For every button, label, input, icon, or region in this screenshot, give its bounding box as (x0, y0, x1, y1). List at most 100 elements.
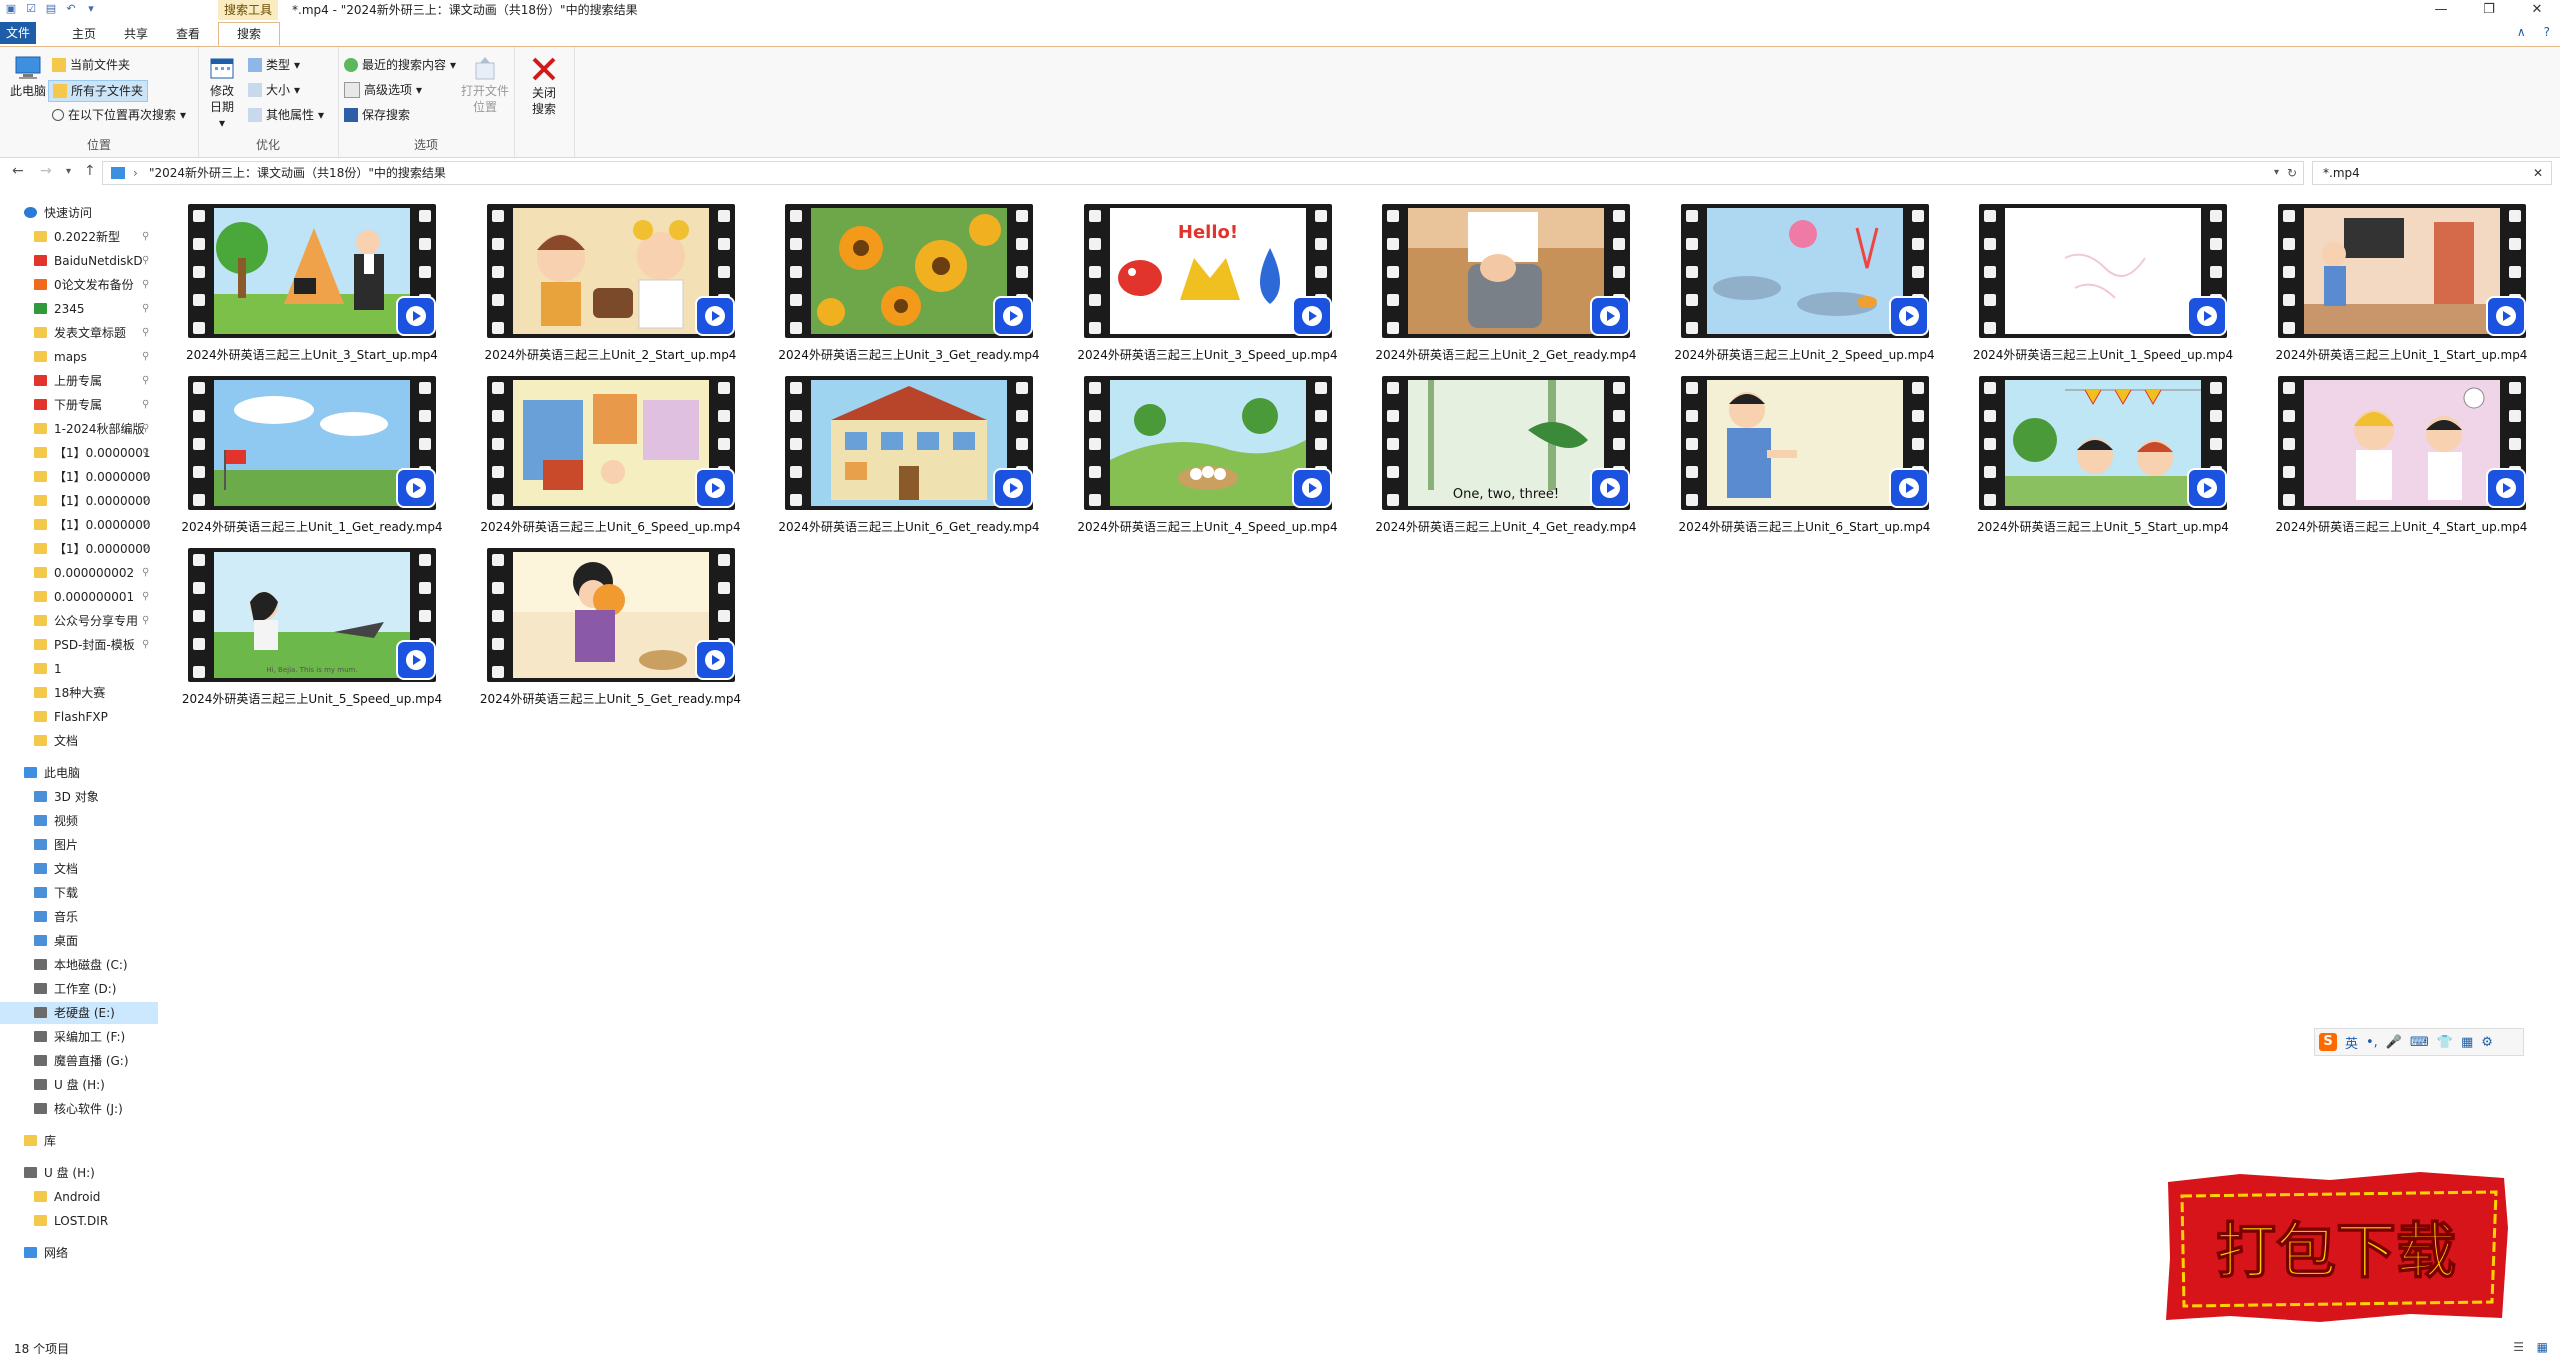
nav-quick-item[interactable]: 0.2022新型 ⚲ (0, 226, 158, 248)
properties-icon[interactable]: ☑ (24, 2, 38, 16)
all-subfolders-button[interactable]: 所有子文件夹 (48, 80, 149, 102)
kind-button[interactable]: 类型 ▾ (248, 55, 300, 75)
nav-quick-item[interactable]: FlashFXP (0, 706, 158, 728)
pin-icon[interactable]: ⚲ (142, 274, 149, 296)
video-file-item[interactable]: 2024外研英语三起三上Unit_1_Speed_up.mp4 (1973, 198, 2245, 370)
video-file-item[interactable]: One, two, three! 2024外研英语三起三上Unit_4_Get_r… (1375, 370, 1648, 542)
pin-icon[interactable]: ⚲ (142, 442, 149, 464)
customize-qat-icon[interactable]: ▾ (84, 2, 98, 16)
close-search-button[interactable]: 关闭搜索 (522, 55, 566, 117)
nav-pc-item[interactable]: 文档 (0, 858, 158, 880)
app-icon[interactable]: ▣ (4, 2, 18, 16)
pin-icon[interactable]: ⚲ (142, 610, 149, 632)
pin-icon[interactable]: ⚲ (142, 250, 149, 272)
collapse-ribbon-icon[interactable]: ∧ (2517, 25, 2526, 39)
video-file-item[interactable]: 2024外研英语三起三上Unit_1_Start_up.mp4 (2274, 198, 2544, 370)
nav-quick-item[interactable]: 1-2024秋部编版 ⚲ (0, 418, 158, 440)
forward-icon[interactable]: → (40, 163, 52, 179)
tab-home[interactable]: 主页 (62, 23, 106, 45)
video-file-item[interactable]: Hello! 2024外研英语三起三上Unit_3_Speed_up.mp4 (1077, 198, 1350, 370)
nav-quick-item[interactable]: 【1】0.0000000 ⚲ (0, 466, 158, 488)
current-folder-button[interactable]: 当前文件夹 (52, 55, 130, 75)
pin-icon[interactable]: ⚲ (142, 538, 149, 560)
nav-usb[interactable]: U 盘 (H:) (0, 1162, 158, 1184)
pin-icon[interactable]: ⚲ (142, 394, 149, 416)
pin-icon[interactable]: ⚲ (142, 370, 149, 392)
ime-language[interactable]: 英 (2345, 1033, 2358, 1052)
nav-quick-item[interactable]: PSD-封面-模板 ⚲ (0, 634, 158, 656)
nav-pc-item[interactable]: 采编加工 (F:) (0, 1026, 158, 1048)
save-search-button[interactable]: 保存搜索 (344, 105, 410, 125)
nav-network[interactable]: 网络 (0, 1242, 158, 1264)
pin-icon[interactable]: ⚲ (142, 586, 149, 608)
pin-icon[interactable]: ⚲ (142, 634, 149, 656)
pin-icon[interactable]: ⚲ (142, 298, 149, 320)
address-dropdown-icon[interactable]: ▾ (2274, 162, 2279, 184)
date-modified-button[interactable]: 修改日期▾ (204, 55, 240, 131)
nav-quick-item[interactable]: 【1】0.0000000 ⚲ (0, 538, 158, 560)
video-file-item[interactable]: 2024外研英语三起三上Unit_6_Speed_up.mp4 (480, 370, 753, 542)
advanced-options-button[interactable]: 高级选项 ▾ (344, 80, 422, 100)
nav-library[interactable]: 库 (0, 1130, 158, 1152)
pin-icon[interactable]: ⚲ (142, 466, 149, 488)
details-view-icon[interactable]: ☰ (2513, 1340, 2524, 1354)
recent-searches-button[interactable]: 最近的搜索内容 ▾ (344, 55, 456, 75)
large-icons-view-icon[interactable]: ▦ (2537, 1340, 2548, 1354)
nav-quick-item[interactable]: BaiduNetdiskD ⚲ (0, 250, 158, 272)
nav-pc-item[interactable]: 核心软件 (J:) (0, 1098, 158, 1120)
nav-quick-access[interactable]: 快速访问 (0, 202, 158, 224)
nav-pc-item[interactable]: 图片 (0, 834, 158, 856)
nav-quick-item[interactable]: 0.000000002 ⚲ (0, 562, 158, 584)
video-file-item[interactable]: 2024外研英语三起三上Unit_1_Get_ready.mp4 (181, 370, 454, 542)
this-pc-button[interactable]: 此电脑 (8, 55, 48, 99)
nav-quick-item[interactable]: 1 (0, 658, 158, 680)
tab-file[interactable]: 文件 (0, 22, 36, 44)
minimize-button[interactable]: — (2418, 0, 2464, 20)
refresh-icon[interactable]: ↻ (2287, 162, 2297, 184)
video-file-item[interactable]: Hi, Bejia. This is my mum. 2024外研英语三起三上Un… (182, 542, 454, 714)
pin-icon[interactable]: ⚲ (142, 514, 149, 536)
microphone-icon[interactable]: 🎤 (2386, 1035, 2402, 1050)
pin-icon[interactable]: ⚲ (142, 322, 149, 344)
pin-icon[interactable]: ⚲ (142, 490, 149, 512)
pin-icon[interactable]: ⚲ (142, 418, 149, 440)
video-file-item[interactable]: 2024外研英语三起三上Unit_6_Start_up.mp4 (1677, 370, 1947, 542)
nav-usb-item[interactable]: Android (0, 1186, 158, 1208)
video-file-item[interactable]: 2024外研英语三起三上Unit_4_Start_up.mp4 (2274, 370, 2544, 542)
video-file-item[interactable]: 2024外研英语三起三上Unit_5_Start_up.mp4 (1975, 370, 2245, 542)
toolbox-icon[interactable]: ▦ (2461, 1035, 2473, 1050)
open-file-location-button[interactable]: 打开文件位置 (460, 55, 510, 115)
nav-quick-item[interactable]: 上册专属 ⚲ (0, 370, 158, 392)
up-icon[interactable]: ↑ (84, 163, 96, 179)
keyboard-icon[interactable]: ⌨ (2410, 1035, 2429, 1050)
nav-pc-item[interactable]: 下载 (0, 882, 158, 904)
nav-pc-item[interactable]: 3D 对象 (0, 786, 158, 808)
size-button[interactable]: 大小 ▾ (248, 80, 300, 100)
video-file-item[interactable]: 2024外研英语三起三上Unit_3_Start_up.mp4 (184, 198, 454, 370)
video-file-item[interactable]: 2024外研英语三起三上Unit_3_Get_ready.mp4 (778, 198, 1051, 370)
search-again-button[interactable]: 在以下位置再次搜索 ▾ (52, 105, 186, 125)
video-file-item[interactable]: 2024外研英语三起三上Unit_5_Get_ready.mp4 (480, 542, 753, 714)
video-file-item[interactable]: 2024外研英语三起三上Unit_2_Get_ready.mp4 (1375, 198, 1648, 370)
close-window-button[interactable]: ✕ (2514, 0, 2560, 20)
settings-icon[interactable]: ⚙ (2481, 1035, 2493, 1050)
tab-share[interactable]: 共享 (114, 23, 158, 45)
pin-icon[interactable]: ⚲ (142, 346, 149, 368)
search-input[interactable]: *.mp4 ✕ (2312, 161, 2552, 185)
tab-search[interactable]: 搜索 (218, 22, 280, 46)
maximize-button[interactable]: ❐ (2466, 0, 2512, 20)
recent-locations-icon[interactable]: ▾ (66, 166, 71, 177)
nav-pc-item[interactable]: 桌面 (0, 930, 158, 952)
nav-quick-item[interactable]: 【1】0.0000000 ⚲ (0, 514, 158, 536)
nav-pc-item[interactable]: 视频 (0, 810, 158, 832)
nav-quick-item[interactable]: 【1】0.0000000 ⚲ (0, 490, 158, 512)
nav-quick-item[interactable]: 18种大赛 (0, 682, 158, 704)
nav-this-pc[interactable]: 此电脑 (0, 762, 158, 784)
nav-quick-item[interactable]: 发表文章标题 ⚲ (0, 322, 158, 344)
nav-quick-item[interactable]: 下册专属 ⚲ (0, 394, 158, 416)
undo-icon[interactable]: ↶ (64, 2, 78, 16)
nav-quick-item[interactable]: 0.000000001 ⚲ (0, 586, 158, 608)
nav-quick-item[interactable]: maps ⚲ (0, 346, 158, 368)
nav-usb-item[interactable]: LOST.DIR (0, 1210, 158, 1232)
nav-quick-item[interactable]: 【1】0.0000001 ⚲ (0, 442, 158, 464)
